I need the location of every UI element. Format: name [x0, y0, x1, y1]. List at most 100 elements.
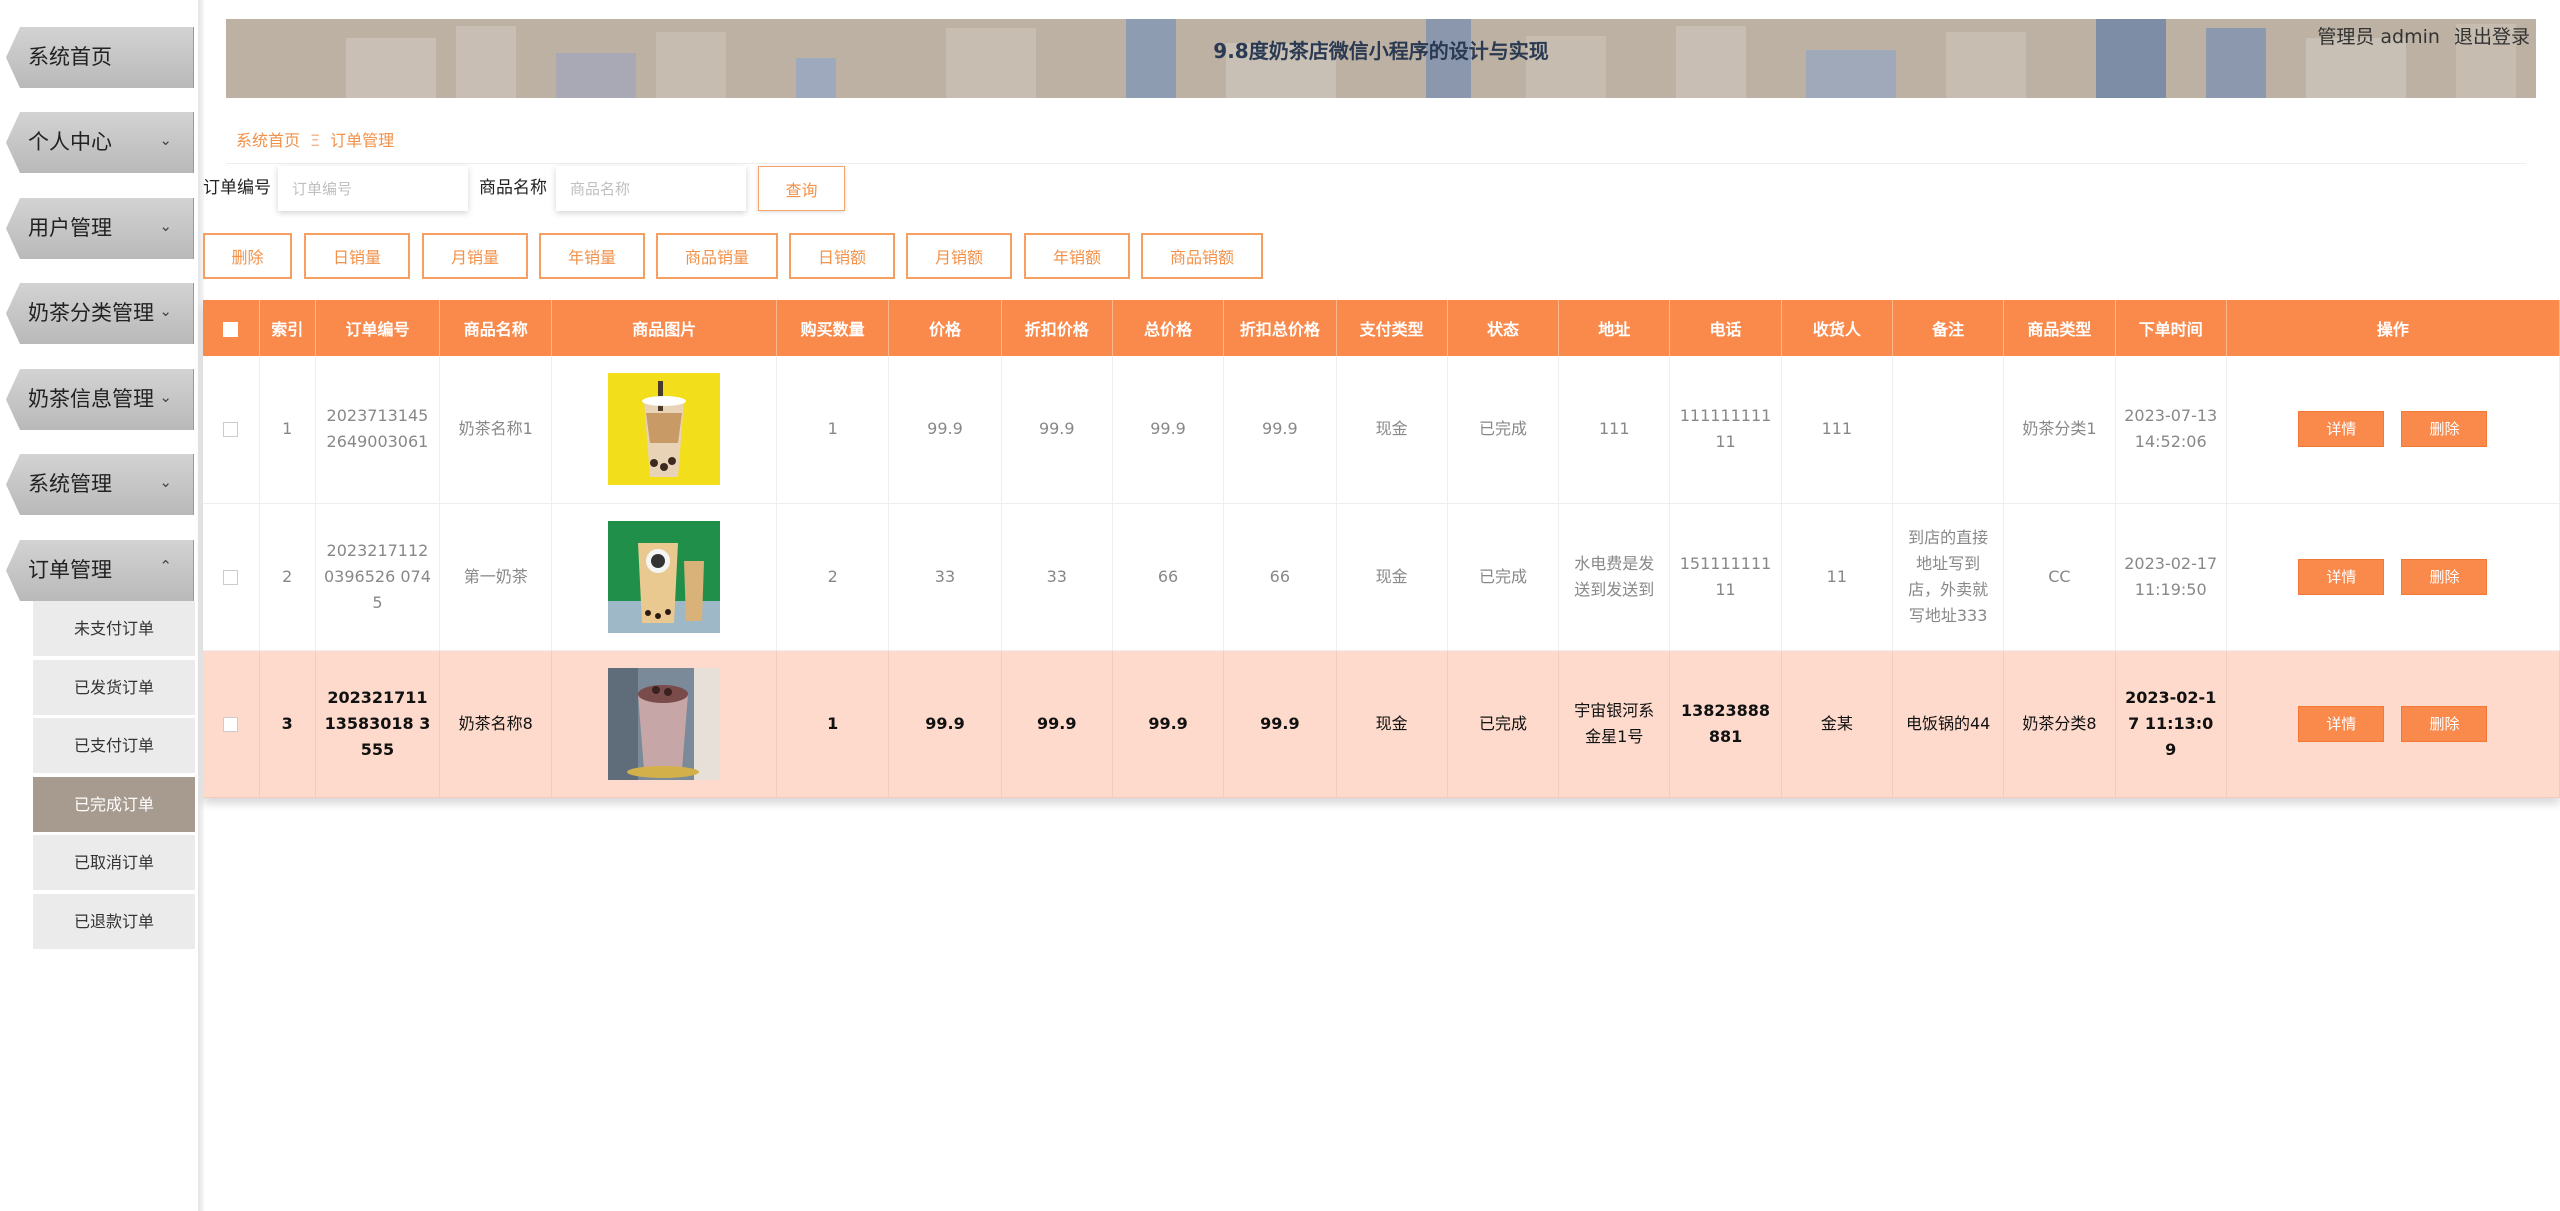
delete-batch-button[interactable]: 删除	[203, 233, 292, 279]
col-header: 状态	[1447, 300, 1560, 356]
orders-table: 索引 订单编号 商品名称 商品图片 购买数量 价格 折扣价格 总价格 折扣总价格…	[203, 300, 2560, 798]
order-no-input[interactable]	[278, 166, 468, 211]
product-sales-amount-button[interactable]: 商品销额	[1141, 233, 1263, 279]
table-row-highlighted[interactable]: 3 20232171113583018 3555 奶茶名称8 1 99.9 99…	[203, 650, 2560, 798]
cell-pay-type: 现金	[1336, 650, 1448, 798]
table-row[interactable]: 1 20237131452649003061 奶茶名称1 1 99.9 99.9…	[203, 356, 2560, 504]
sidebar: 系统首页 个人中心 ⌄ 用户管理 ⌄ 奶茶分类管理 ⌄ 奶茶信息管理 ⌄ 系统管…	[0, 0, 198, 1211]
cell-image	[551, 356, 778, 504]
cell-receiver: 金某	[1781, 650, 1893, 798]
row-checkbox[interactable]	[203, 356, 260, 504]
logout-link[interactable]: 退出登录	[2454, 26, 2530, 48]
delete-button[interactable]: 删除	[2401, 411, 2488, 448]
product-image[interactable]	[608, 373, 721, 486]
product-image[interactable]	[608, 667, 721, 780]
col-header: 操作	[2226, 300, 2560, 356]
chevron-down-icon: ⌄	[159, 217, 172, 235]
cell-status: 已完成	[1447, 356, 1560, 504]
sidebar-item-user-management[interactable]: 用户管理 ⌄	[0, 198, 198, 259]
col-header: 总价格	[1112, 300, 1225, 356]
cell-qty: 2	[776, 503, 890, 651]
cell-discount-total: 99.9	[1223, 356, 1337, 504]
col-header: 订单编号	[315, 300, 441, 356]
sidebar-item-label: 奶茶信息管理	[28, 387, 154, 411]
table-row[interactable]: 2 20232171120396526 0745 第一奶茶 2 33 33 66…	[203, 503, 2560, 651]
cell-total: 99.9	[1112, 650, 1225, 798]
cell-status: 已完成	[1447, 503, 1560, 651]
order-no-label: 订单编号	[203, 178, 271, 198]
cell-discount-price: 33	[1001, 503, 1113, 651]
sidebar-item-home[interactable]: 系统首页	[0, 27, 198, 88]
breadcrumb-current: 订单管理	[330, 131, 395, 150]
col-header: 索引	[259, 300, 316, 356]
sidebar-item-personal-center[interactable]: 个人中心 ⌄	[0, 112, 198, 173]
yearly-sales-qty-button[interactable]: 年销量	[539, 233, 645, 279]
product-name-label: 商品名称	[479, 178, 547, 198]
yearly-sales-amount-button[interactable]: 年销额	[1024, 233, 1130, 279]
cell-discount-price: 99.9	[1001, 650, 1113, 798]
header-banner: 9.8度奶茶店微信小程序的设计与实现	[226, 19, 2536, 98]
cell-phone: 15111111111	[1669, 503, 1782, 651]
sidebar-item-label: 用户管理	[28, 216, 112, 240]
delete-button[interactable]: 删除	[2401, 558, 2488, 595]
cell-discount-price: 99.9	[1001, 356, 1113, 504]
sidebar-sub-cancelled-orders[interactable]: 已取消订单	[33, 835, 195, 890]
detail-button[interactable]: 详情	[2298, 705, 2385, 742]
daily-sales-qty-button[interactable]: 日销量	[304, 233, 410, 279]
cell-phone: 11111111111	[1669, 356, 1782, 504]
cell-address: 宇宙银河系金星1号	[1558, 650, 1671, 798]
query-button[interactable]: 查询	[758, 166, 845, 211]
detail-button[interactable]: 详情	[2298, 558, 2385, 595]
chevron-down-icon: ⌄	[159, 302, 172, 320]
cell-discount-total: 66	[1223, 503, 1337, 651]
sidebar-item-system-management[interactable]: 系统管理 ⌄	[0, 454, 198, 515]
sidebar-sub-shipped-orders[interactable]: 已发货订单	[33, 660, 195, 715]
col-header: 购买数量	[776, 300, 890, 356]
cell-category: 奶茶分类1	[2003, 356, 2116, 504]
col-header: 商品图片	[551, 300, 778, 356]
sidebar-item-label: 奶茶分类管理	[28, 301, 154, 325]
breadcrumb-home[interactable]: 系统首页	[236, 131, 300, 150]
cell-remark: 电饭锅的44	[1892, 650, 2005, 798]
cell-time: 2023-02-17 11:13:09	[2115, 650, 2227, 798]
row-checkbox[interactable]	[203, 650, 260, 798]
cell-qty: 1	[776, 650, 890, 798]
monthly-sales-amount-button[interactable]: 月销额	[906, 233, 1012, 279]
detail-button[interactable]: 详情	[2298, 411, 2385, 448]
select-all-checkbox[interactable]	[203, 300, 260, 356]
cell-category: CC	[2003, 503, 2116, 651]
divider	[226, 163, 2526, 164]
sidebar-item-order-management[interactable]: 订单管理 ⌃	[0, 540, 198, 601]
product-name-input[interactable]	[556, 166, 746, 211]
sidebar-item-label: 订单管理	[28, 558, 112, 582]
daily-sales-amount-button[interactable]: 日销额	[789, 233, 895, 279]
col-header: 商品类型	[2003, 300, 2116, 356]
sidebar-item-label: 个人中心	[28, 130, 112, 154]
monthly-sales-qty-button[interactable]: 月销量	[422, 233, 528, 279]
sidebar-sub-completed-orders[interactable]: 已完成订单	[33, 777, 195, 832]
sidebar-sub-paid-orders[interactable]: 已支付订单	[33, 718, 195, 773]
cell-category: 奶茶分类8	[2003, 650, 2116, 798]
cell-receiver: 111	[1781, 356, 1893, 504]
sidebar-sub-unpaid-orders[interactable]: 未支付订单	[33, 601, 195, 656]
sidebar-item-tea-info-management[interactable]: 奶茶信息管理 ⌄	[0, 369, 198, 430]
product-sales-qty-button[interactable]: 商品销量	[656, 233, 778, 279]
cell-name: 奶茶名称1	[439, 356, 553, 504]
cell-receiver: 11	[1781, 503, 1893, 651]
cell-image	[551, 650, 778, 798]
col-header: 地址	[1558, 300, 1671, 356]
delete-button[interactable]: 删除	[2401, 705, 2488, 742]
cell-address: 水电费是发送到发送到	[1558, 503, 1671, 651]
cell-price: 33	[888, 503, 1002, 651]
sidebar-item-label: 系统首页	[28, 45, 112, 69]
cell-address: 111	[1558, 356, 1671, 504]
sidebar-sub-refunded-orders[interactable]: 已退款订单	[33, 894, 195, 949]
product-image[interactable]	[608, 520, 721, 633]
cell-qty: 1	[776, 356, 890, 504]
chevron-down-icon: ⌄	[159, 473, 172, 491]
chevron-down-icon: ⌄	[159, 131, 172, 149]
row-checkbox[interactable]	[203, 503, 260, 651]
col-header: 电话	[1669, 300, 1782, 356]
col-header: 支付类型	[1336, 300, 1448, 356]
sidebar-item-category-management[interactable]: 奶茶分类管理 ⌄	[0, 283, 198, 344]
